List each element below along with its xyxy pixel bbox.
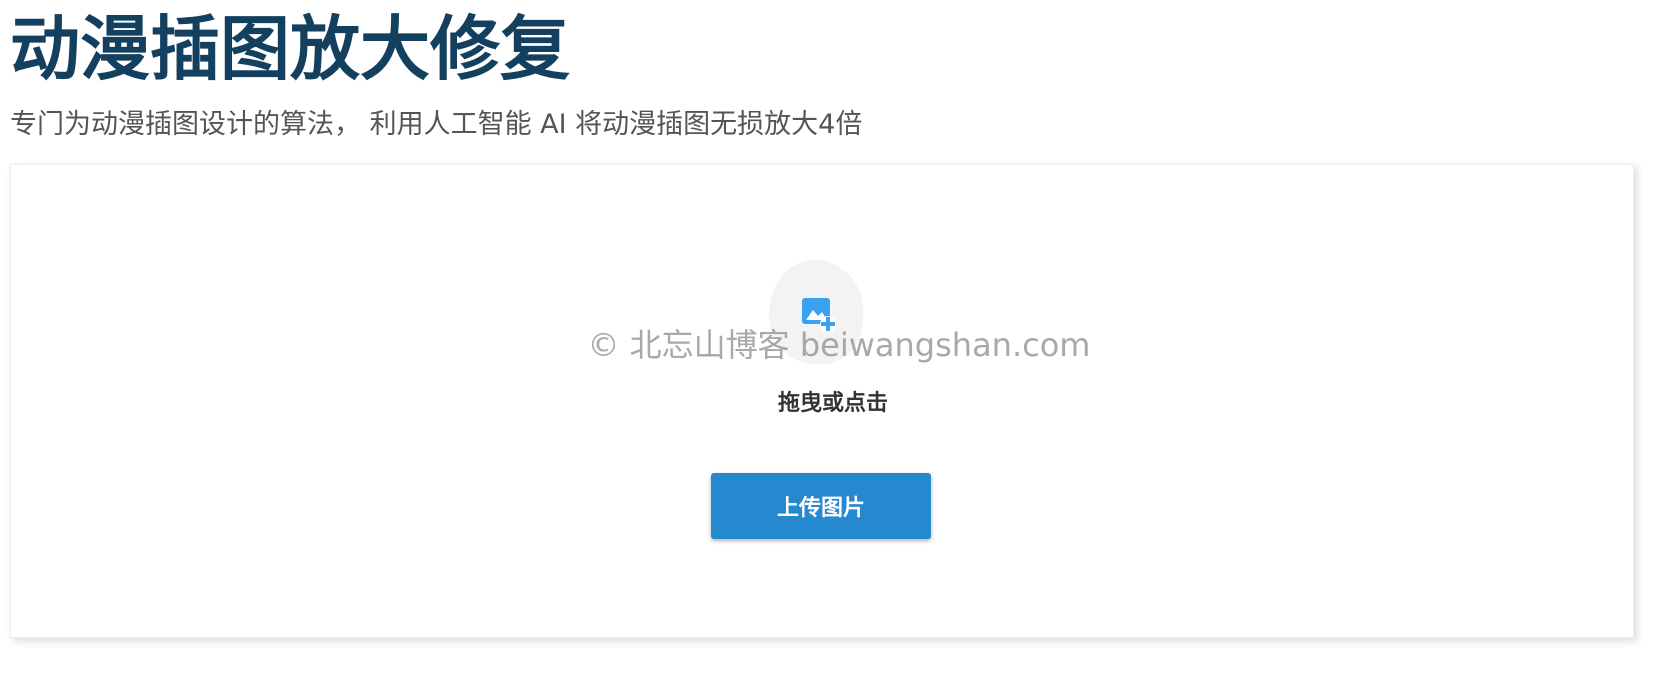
page: 动漫插图放大修复 专门为动漫插图设计的算法， 利用人工智能 AI 将动漫插图无损… [0,0,1654,689]
upload-dropzone[interactable]: © 北忘山博客 beiwangshan.com 拖曳或点击 上传图片 [10,164,1634,638]
upload-image-button[interactable]: 上传图片 [711,473,931,539]
page-subtitle: 专门为动漫插图设计的算法， 利用人工智能 AI 将动漫插图无损放大4倍 [10,109,863,140]
image-add-icon [802,298,836,332]
drag-hint: 拖曳或点击 [11,389,1635,419]
drag-hint-text: 拖曳或点击 [777,391,888,416]
page-title: 动漫插图放大修复 [10,8,570,90]
